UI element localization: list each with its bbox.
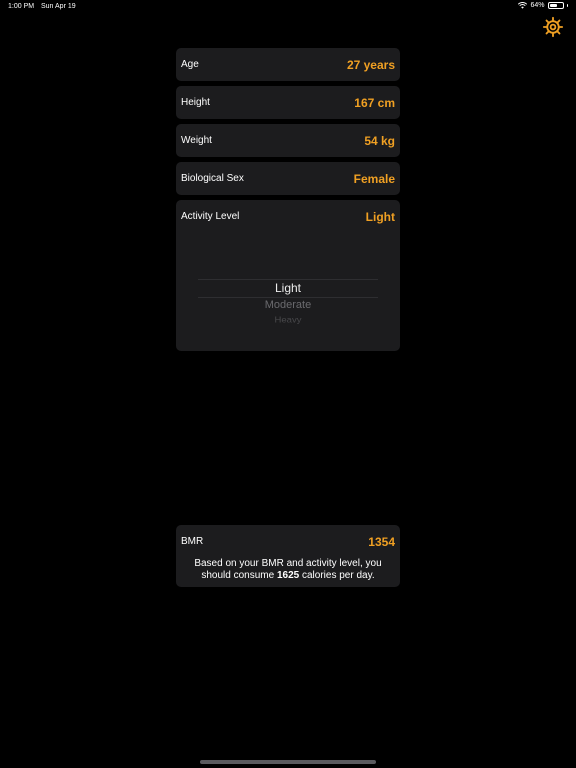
battery-icon <box>547 2 564 9</box>
weight-label: Weight <box>181 135 212 146</box>
wifi-icon <box>518 2 528 9</box>
bmr-value: 1354 <box>368 534 395 549</box>
sex-value: Female <box>353 171 395 186</box>
age-row[interactable]: Age 27 years <box>176 48 400 81</box>
status-date: Sun Apr 19 <box>41 3 76 10</box>
home-indicator[interactable] <box>200 760 376 764</box>
battery-tip <box>566 4 568 7</box>
picker-option-light[interactable]: Light <box>198 281 378 295</box>
activity-value: Light <box>365 209 395 224</box>
sex-label: Biological Sex <box>181 173 244 184</box>
gear-icon[interactable] <box>542 16 564 38</box>
weight-row[interactable]: Weight 54 kg <box>176 124 400 157</box>
status-bar: 1:00 PM Sun Apr 19 64% <box>0 0 576 14</box>
age-label: Age <box>181 59 199 70</box>
bmr-row: BMR 1354 <box>176 525 400 558</box>
height-row[interactable]: Height 167 cm <box>176 86 400 119</box>
activity-row[interactable]: Activity Level Light <box>176 200 400 233</box>
picker-option-moderate[interactable]: Moderate <box>198 299 378 311</box>
battery-percent: 64% <box>530 2 545 9</box>
status-right: 64% <box>518 2 568 9</box>
weight-value: 54 kg <box>364 133 395 148</box>
picker-divider-bottom <box>198 297 378 298</box>
calories-value: 1625 <box>276 570 300 581</box>
sex-row[interactable]: Biological Sex Female <box>176 162 400 195</box>
picker-divider-top <box>198 279 378 280</box>
status-time: 1:00 PM <box>8 3 35 10</box>
age-value: 27 years <box>346 57 395 72</box>
picker-option-heavy[interactable]: Heavy <box>198 316 378 325</box>
activity-label: Activity Level <box>181 211 240 222</box>
bmr-description: Based on your BMR and activity level, yo… <box>176 558 400 582</box>
bmr-desc-after: calories per day. <box>299 570 375 581</box>
activity-card: Activity Level Light Light Moderate Heav… <box>176 200 400 351</box>
height-label: Height <box>181 97 210 108</box>
battery-fill <box>549 4 558 7</box>
bmr-card: BMR 1354 Based on your BMR and activity … <box>176 525 400 587</box>
height-value: 167 cm <box>354 95 395 110</box>
activity-picker[interactable]: Light Moderate Heavy <box>198 279 378 349</box>
bmr-label: BMR <box>181 536 204 547</box>
